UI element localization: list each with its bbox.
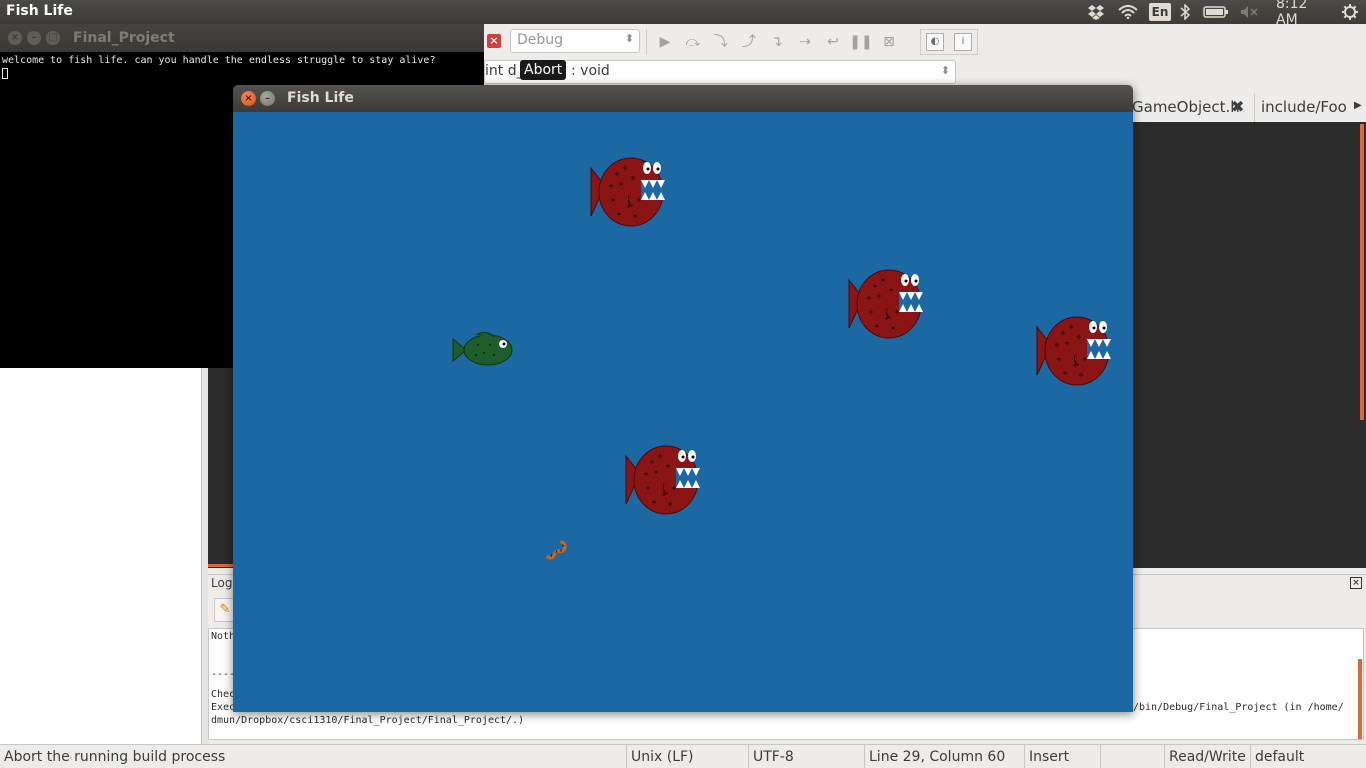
terminal-cursor [2,68,8,79]
stop-icon[interactable]: ⊠ [877,31,901,53]
close-window-icon[interactable]: × [8,31,22,45]
function-return-type: : void [571,63,610,79]
game-titlebar[interactable]: × – Fish Life [233,85,1133,112]
active-app-title: Fish Life [6,3,73,19]
game-window-title: Fish Life [287,90,354,106]
game-canvas[interactable] [233,112,1133,712]
abort-tooltip: Abort [520,60,567,80]
line-endings-field: Unix (LF) [626,745,748,768]
bluetooth-icon[interactable] [1178,2,1192,22]
close-tab-icon[interactable]: ✖ [1231,97,1244,116]
terminal-titlebar[interactable]: × – □ Final_Project [0,24,484,52]
next-instruction-icon[interactable]: ⇢ [793,31,817,53]
wifi-icon[interactable] [1117,2,1139,22]
function-prefix: int d_ [485,63,524,79]
close-window-icon[interactable]: × [241,91,256,106]
tab-divider [1254,94,1255,122]
tab-include-food[interactable]: include/Food [1261,98,1347,116]
top-panel: Fish Life En 8:12 AM [0,0,1366,28]
tab-gameobject-h[interactable]: GameObject.h [1132,98,1240,116]
code-editor-edge [208,368,233,568]
log-line: Exec [211,702,236,713]
color-picker-icon[interactable]: ◐ [926,33,944,51]
return-icon[interactable]: ↩ [821,31,845,53]
code-editor[interactable] [1130,122,1366,568]
status-bar: Abort the running build process Unix (LF… [0,744,1366,768]
info-icon[interactable]: i [954,33,972,51]
log-line: Chec [211,689,236,700]
tab-scroll-right-icon[interactable]: ▶ [1354,100,1362,111]
piranha-enemy [1036,316,1113,386]
game-window[interactable]: × – Fish Life [233,85,1133,712]
extra-toolbar: ◐ i [920,29,978,55]
step-out-icon[interactable]: ⤴ [737,31,761,53]
log-line: Noth [211,631,236,642]
piranha-enemy [848,269,925,339]
ide-toolbar: × Debug ⬍ ▶ ⤼ ⤵ ⤴ ↴ ⇢ ↩ ❚❚ ⊠ ◐ i int d_ … [484,26,1366,84]
editor-scrollbar-horizontal[interactable] [208,564,233,567]
insert-mode-field: Insert [1024,745,1100,768]
settings-gear-icon[interactable] [1340,2,1360,22]
log-line: /bin/Debug/Final_Project (in /home/ [1133,702,1344,713]
close-logs-icon[interactable]: × [1350,577,1362,589]
piranha-enemy [625,445,702,515]
volume-muted-icon[interactable] [1239,2,1259,22]
next-line-icon[interactable]: ↴ [765,31,789,53]
editor-scrollbar[interactable] [1360,124,1364,420]
terminal-output: welcome to fish life. can you handle the… [2,55,436,66]
log-line: ---- [211,669,236,680]
piranha-enemy [590,157,667,227]
clock[interactable]: 8:12 AM [1276,0,1330,28]
maximize-window-icon[interactable]: □ [46,31,60,45]
editor-tab-bar: GameObject.h ✖ include/Food ▶ [1130,94,1366,122]
cursor-position-field: Line 29, Column 60 [864,745,1024,768]
step-into-icon[interactable]: ⤵ [709,31,733,53]
minimize-window-icon[interactable]: – [27,31,41,45]
step-over-icon[interactable]: ⤼ [681,31,705,53]
minimize-window-icon[interactable]: – [260,91,275,106]
sidebar-pane[interactable] [0,368,202,744]
spin-arrows-icon: ⬍ [940,64,950,77]
pause-icon[interactable]: ❚❚ [849,31,873,53]
encoding-field: UTF-8 [748,745,864,768]
close-file-icon[interactable]: × [487,34,501,48]
spin-arrows-icon: ⬍ [624,32,634,45]
access-field: Read/Write [1164,745,1250,768]
dropbox-icon[interactable] [1086,2,1106,22]
keyboard-layout-indicator[interactable]: En [1148,2,1172,22]
logs-scrollbar[interactable] [1358,659,1362,739]
run-icon[interactable]: ▶ [653,31,677,53]
player-fish [452,331,513,366]
terminal-title: Final_Project [73,30,175,46]
status-message: Abort the running build process [4,749,226,765]
empty-status-field [1100,745,1164,768]
debug-toolbar: ▶ ⤼ ⤵ ⤴ ↴ ⇢ ↩ ❚❚ ⊠ [646,29,907,55]
profile-field: default [1250,745,1366,768]
function-symbol-bar[interactable]: int d_ Abort : void ⬍ [484,60,956,84]
build-config-value: Debug [517,32,564,48]
battery-icon[interactable] [1202,2,1230,22]
log-line: dmun/Dropbox/csci1310/Final_Project/Fina… [211,715,525,726]
build-config-select[interactable]: Debug ⬍ [510,29,640,53]
worm-food [546,540,567,560]
